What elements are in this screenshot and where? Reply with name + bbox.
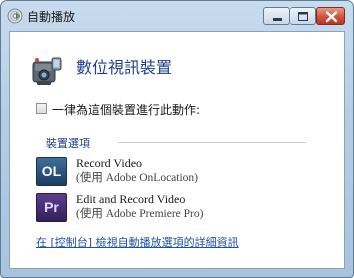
option-record-video[interactable]: OL Record Video (使用 Adobe OnLocation) (36, 155, 296, 186)
maximize-button[interactable] (290, 7, 316, 25)
option-subtitle: (使用 Adobe OnLocation) (76, 172, 198, 184)
always-do-this-label[interactable]: 一律為這個裝置進行此動作: (52, 101, 200, 118)
adobe-premiere-pro-icon: Pr (36, 193, 67, 222)
minimize-button[interactable] (263, 7, 290, 25)
minimize-icon (273, 18, 282, 21)
options-group-divider (118, 142, 306, 143)
option-subtitle: (使用 Adobe Premiere Pro) (76, 208, 204, 220)
window-title: 自動播放 (27, 10, 76, 24)
close-icon (325, 11, 338, 23)
option-edit-and-record-video[interactable]: Pr Edit and Record Video (使用 Adobe Premi… (36, 191, 296, 222)
close-button[interactable] (316, 7, 345, 25)
maximize-icon (298, 12, 308, 21)
adobe-onlocation-icon: OL (36, 157, 67, 186)
always-do-this-checkbox[interactable] (36, 103, 47, 114)
autoplay-cd-icon (7, 8, 23, 24)
title-bar[interactable]: 自動播放 (1, 1, 353, 31)
device-name: 數位視訊裝置 (76, 58, 173, 77)
control-panel-autoplay-link[interactable]: 在 [控制台] 檢視自動播放選項的詳細資訊 (36, 234, 239, 250)
options-group-title: 裝置選項 (46, 137, 90, 150)
video-camera-icon (30, 50, 64, 88)
